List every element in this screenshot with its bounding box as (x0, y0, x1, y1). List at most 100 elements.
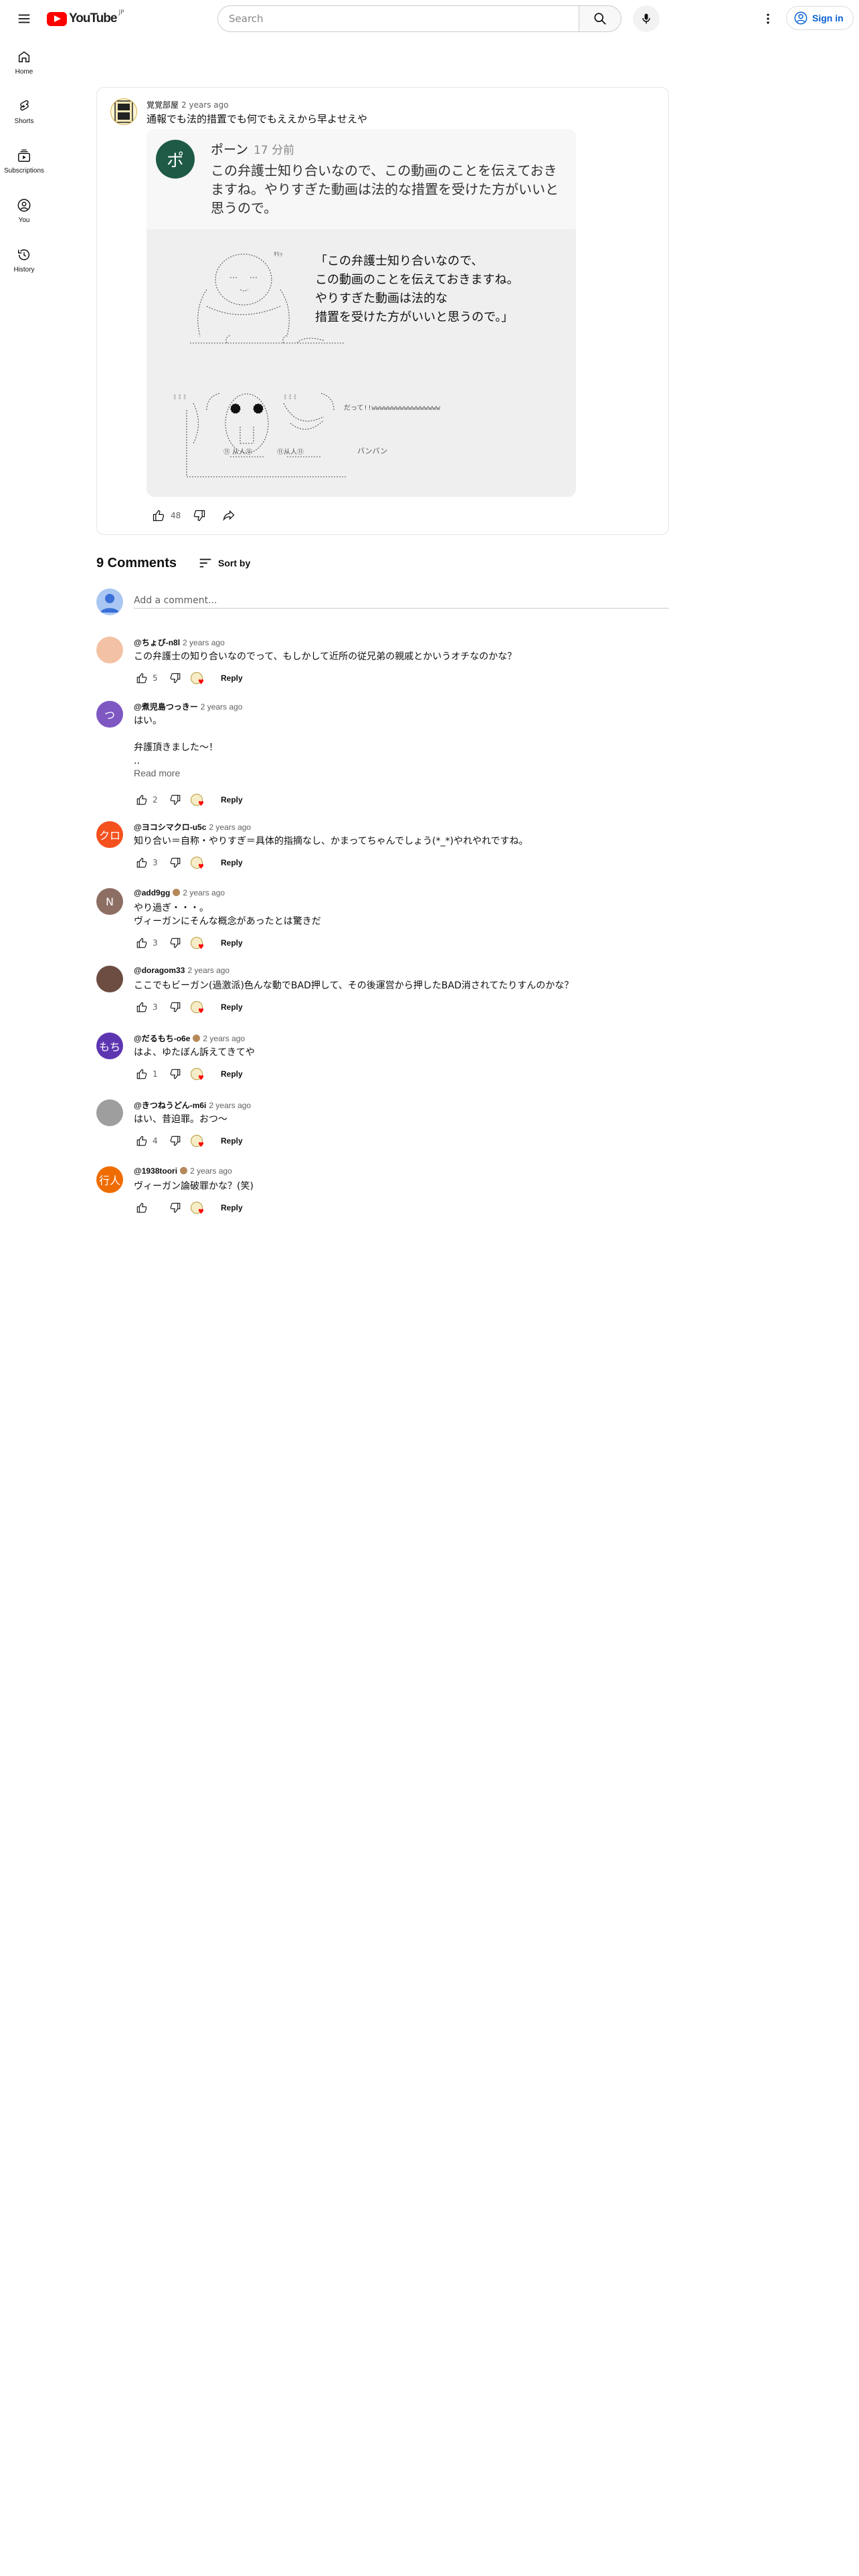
comment-like-button[interactable] (131, 932, 153, 954)
reply-button[interactable]: Reply (213, 1130, 251, 1152)
comment-author[interactable]: @ちょび-n8l (134, 638, 180, 647)
guide-item-subscriptions[interactable]: Subscriptions (0, 136, 48, 186)
comment-avatar[interactable] (96, 966, 123, 992)
comment-dislike-button[interactable] (165, 932, 186, 954)
guide-item-home[interactable]: Home (0, 37, 48, 87)
sign-in-button[interactable]: Sign in (786, 6, 854, 30)
tweet-username: ポーン (211, 142, 249, 157)
reply-button[interactable]: Reply (213, 852, 251, 873)
post-time[interactable]: 2 years ago (181, 100, 229, 110)
comment-author[interactable]: @doragom33 (134, 966, 185, 975)
thumb-up-icon (136, 673, 147, 683)
comment-avatar[interactable]: 行人 (96, 1166, 123, 1193)
guide-item-shorts[interactable]: Shorts (0, 87, 48, 136)
comment-avatar[interactable]: N (96, 888, 123, 915)
comment-like-button[interactable] (131, 996, 153, 1018)
comment-header: @1938toori 2 years ago (134, 1166, 232, 1176)
guide-label-subscriptions: Subscriptions (3, 167, 45, 175)
thumb-down-icon (170, 1202, 181, 1213)
comment-like-button[interactable] (131, 1063, 153, 1085)
thumb-up-icon (136, 1069, 147, 1079)
tweet-name: ポーン 17 分前 (211, 140, 294, 158)
comment-time[interactable]: 2 years ago (201, 702, 243, 712)
thumb-up-icon (153, 510, 165, 522)
reply-button[interactable]: Reply (213, 1063, 251, 1085)
shorts-icon (20, 100, 29, 110)
post-image[interactable]: ポ ポーン 17 分前 この弁護士知り合いなので、この動画のことを伝えておきますね… (147, 129, 576, 497)
creator-heart-badge: ♥ (186, 789, 207, 811)
search-input[interactable] (217, 5, 579, 32)
comment-dislike-button[interactable] (165, 789, 186, 811)
comment-header: @だるもち-o6e 2 years ago (134, 1033, 245, 1044)
settings-menu-button[interactable] (755, 5, 781, 32)
comment-like-button[interactable] (131, 1130, 153, 1152)
guide-label-you: You (18, 216, 30, 224)
post-author[interactable]: 覚覚部屋 (147, 100, 179, 110)
add-comment-input[interactable] (134, 593, 669, 609)
comment-time[interactable]: 2 years ago (183, 888, 225, 897)
reply-button[interactable]: Reply (213, 996, 251, 1018)
comment-like-button[interactable] (131, 852, 153, 873)
read-more-button[interactable]: Read more (134, 768, 180, 778)
subscriptions-icon (18, 149, 30, 162)
sort-by-label: Sort by (218, 558, 251, 568)
comment-like-button[interactable] (131, 789, 153, 811)
comment-dislike-button[interactable] (165, 1063, 186, 1085)
member-badge-icon (173, 889, 181, 896)
comment-time[interactable]: 2 years ago (209, 1101, 251, 1110)
youtube-logo[interactable]: YouTube JP (47, 9, 124, 27)
comment-dislike-button[interactable] (165, 1197, 186, 1218)
reply-button[interactable]: Reply (213, 1197, 251, 1218)
guide-label-shorts: Shorts (14, 117, 34, 125)
comment-time[interactable]: 2 years ago (187, 966, 229, 975)
comment-author[interactable]: @きつねうどん-m6i (134, 1101, 206, 1110)
reply-button[interactable]: Reply (213, 667, 251, 689)
comment-time[interactable]: 2 years ago (209, 823, 251, 832)
post-like-button[interactable] (147, 504, 171, 528)
post-dislike-button[interactable] (187, 504, 211, 528)
sort-by-button[interactable]: Sort by (198, 556, 250, 570)
comment-time[interactable]: 2 years ago (203, 1034, 245, 1043)
tweet-body: この弁護士知り合いなので、この動画のことを伝えておきますね。やりすぎた動画は法的… (211, 163, 559, 216)
comment-thread: N @add9gg 2 years ago やり過ぎ・・・。 ヴィーガンにそんな概… (96, 888, 669, 951)
comment-author[interactable]: @煮児島つっきー (134, 702, 198, 712)
post-header: 覚覚部屋 2 years ago (147, 99, 229, 110)
guide-item-history[interactable]: History (0, 235, 48, 285)
channel-logo-icon (114, 100, 133, 123)
comment-like-button[interactable] (131, 667, 153, 689)
channel-avatar[interactable] (110, 98, 137, 125)
heart-icon: ♥ (198, 1075, 204, 1082)
thumb-down-icon (170, 794, 181, 805)
reply-button[interactable]: Reply (213, 932, 251, 954)
comment-author[interactable]: @add9gg (134, 888, 170, 897)
comment-avatar[interactable] (96, 637, 123, 663)
comments-header: 9 Comments Sort by (96, 554, 250, 572)
comment-author[interactable]: @ヨコシマクロ-u5c (134, 823, 206, 832)
comment-avatar[interactable]: つ (96, 701, 123, 728)
menu-button[interactable] (13, 8, 35, 29)
thumb-down-icon (170, 938, 181, 948)
comment-avatar[interactable]: クロ (96, 821, 123, 848)
comment-actions: ♥ Reply (131, 1197, 251, 1218)
comment-author[interactable]: @1938toori (134, 1166, 177, 1176)
search-button[interactable] (579, 5, 622, 32)
comment-dislike-button[interactable] (165, 852, 186, 873)
comment-like-button[interactable] (131, 1197, 153, 1218)
comment-header: @ちょび-n8l 2 years ago (134, 637, 225, 648)
comment-avatar[interactable]: もち (96, 1033, 123, 1059)
post-share-button[interactable] (217, 504, 241, 528)
comment-dislike-button[interactable] (165, 667, 186, 689)
comment-time[interactable]: 2 years ago (190, 1166, 232, 1176)
svg-text:⑪ 从人⑪: ⑪ 从人⑪ (223, 448, 252, 456)
guide-item-you[interactable]: You (0, 186, 48, 235)
comment-avatar[interactable] (96, 1099, 123, 1126)
comment-author[interactable]: @だるもち-o6e (134, 1034, 190, 1043)
thumb-down-icon (170, 1069, 181, 1079)
comment-time[interactable]: 2 years ago (183, 638, 225, 647)
reply-button[interactable]: Reply (213, 789, 251, 811)
comment-text: はい。 弁護頂きました〜！ .. (134, 716, 218, 766)
voice-search-button[interactable] (633, 5, 660, 32)
comment-dislike-button[interactable] (165, 996, 186, 1018)
comment-dislike-button[interactable] (165, 1130, 186, 1152)
comment-text: はい、昔迫罪。おつ〜 (134, 1114, 227, 1125)
